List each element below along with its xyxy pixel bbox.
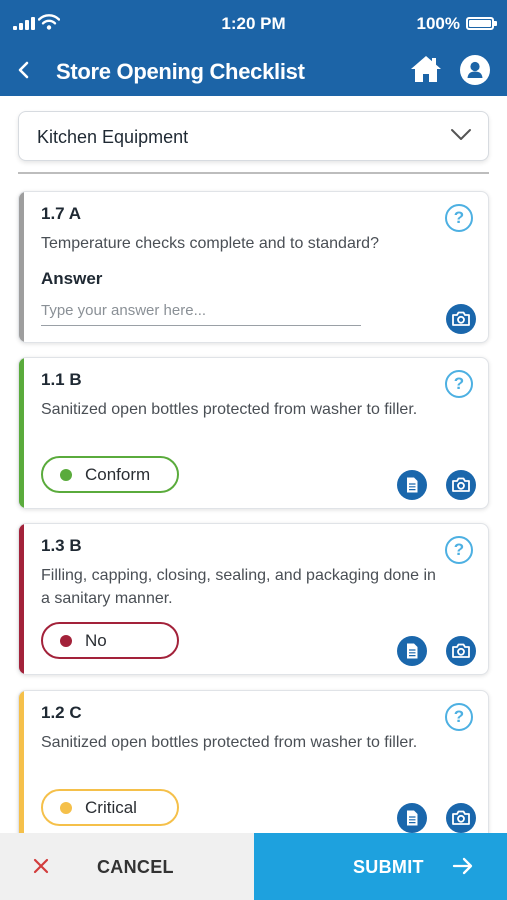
item-question: Sanitized open bottles protected from wa… [41, 734, 418, 751]
item-code: 1.1 B [41, 370, 82, 389]
chevron-down-icon [451, 129, 471, 140]
answer-input[interactable] [41, 296, 361, 326]
item-code: 1.3 B [41, 536, 82, 555]
status-dot-icon [60, 635, 72, 647]
submit-label: SUBMIT [353, 857, 424, 877]
camera-button[interactable] [446, 636, 476, 666]
help-icon[interactable]: ? [445, 370, 473, 398]
battery-percentage: 100% [416, 14, 460, 33]
status-label: Conform [85, 465, 151, 484]
checklist-item-card: 1.2 C Sanitized open bottles protected f… [18, 690, 489, 842]
camera-button[interactable] [446, 470, 476, 500]
category-select[interactable]: Kitchen Equipment [18, 111, 489, 161]
camera-button[interactable] [446, 803, 476, 833]
notes-button[interactable] [397, 636, 427, 666]
item-question: Temperature checks complete and to stand… [41, 235, 379, 252]
help-icon[interactable]: ? [445, 536, 473, 564]
battery-icon [466, 17, 497, 30]
back-arrow-icon[interactable] [14, 58, 34, 82]
camera-icon [452, 810, 470, 825]
item-status-bar [19, 192, 24, 342]
item-code: 1.7 A [41, 204, 82, 223]
camera-button[interactable] [446, 304, 476, 334]
item-question: Sanitized open bottles protected from wa… [41, 401, 418, 418]
help-icon[interactable]: ? [445, 204, 473, 232]
status-dot-icon [60, 802, 72, 814]
notes-button[interactable] [397, 470, 427, 500]
profile-button[interactable] [460, 55, 490, 85]
item-status-bar [19, 691, 24, 841]
status-no-button[interactable]: No [41, 622, 179, 659]
item-status-bar [19, 358, 24, 508]
help-icon[interactable]: ? [445, 703, 473, 731]
status-bar: 1:20 PM 100% [0, 0, 507, 46]
status-dot-icon [60, 469, 72, 481]
answer-label: Answer [41, 269, 103, 288]
user-icon [467, 61, 483, 78]
nav-bar: Store Opening Checklist [0, 46, 507, 96]
close-icon [33, 858, 49, 874]
page-title: Store Opening Checklist [56, 59, 305, 84]
document-icon [407, 477, 418, 493]
document-icon [407, 643, 418, 659]
camera-icon [452, 311, 470, 326]
category-select-value: Kitchen Equipment [37, 127, 189, 147]
cancel-label: CANCEL [97, 857, 174, 877]
item-question: Filling, capping, closing, sealing, and … [41, 567, 436, 607]
document-icon [407, 810, 418, 826]
status-label: No [85, 631, 107, 650]
checklist-item-card: 1.3 B Filling, capping, closing, sealing… [18, 523, 489, 675]
section-divider [18, 172, 489, 174]
checklist-item-card: 1.7 A Temperature checks complete and to… [18, 191, 489, 343]
camera-icon [452, 643, 470, 658]
action-footer: CANCEL SUBMIT [0, 833, 507, 900]
item-code: 1.2 C [41, 703, 82, 722]
notes-button[interactable] [397, 803, 427, 833]
submit-button[interactable]: SUBMIT [254, 833, 507, 900]
status-critical-button[interactable]: Critical [41, 789, 179, 826]
cancel-button[interactable]: CANCEL [0, 833, 254, 900]
item-status-bar [19, 524, 24, 674]
status-conform-button[interactable]: Conform [41, 456, 179, 493]
camera-icon [452, 477, 470, 492]
app-header: 1:20 PM 100% Store Opening Checklist [0, 0, 507, 96]
checklist-item-card: 1.1 B Sanitized open bottles protected f… [18, 357, 489, 509]
arrow-right-icon [452, 857, 473, 875]
status-label: Critical [85, 798, 137, 817]
home-icon[interactable] [410, 54, 442, 84]
